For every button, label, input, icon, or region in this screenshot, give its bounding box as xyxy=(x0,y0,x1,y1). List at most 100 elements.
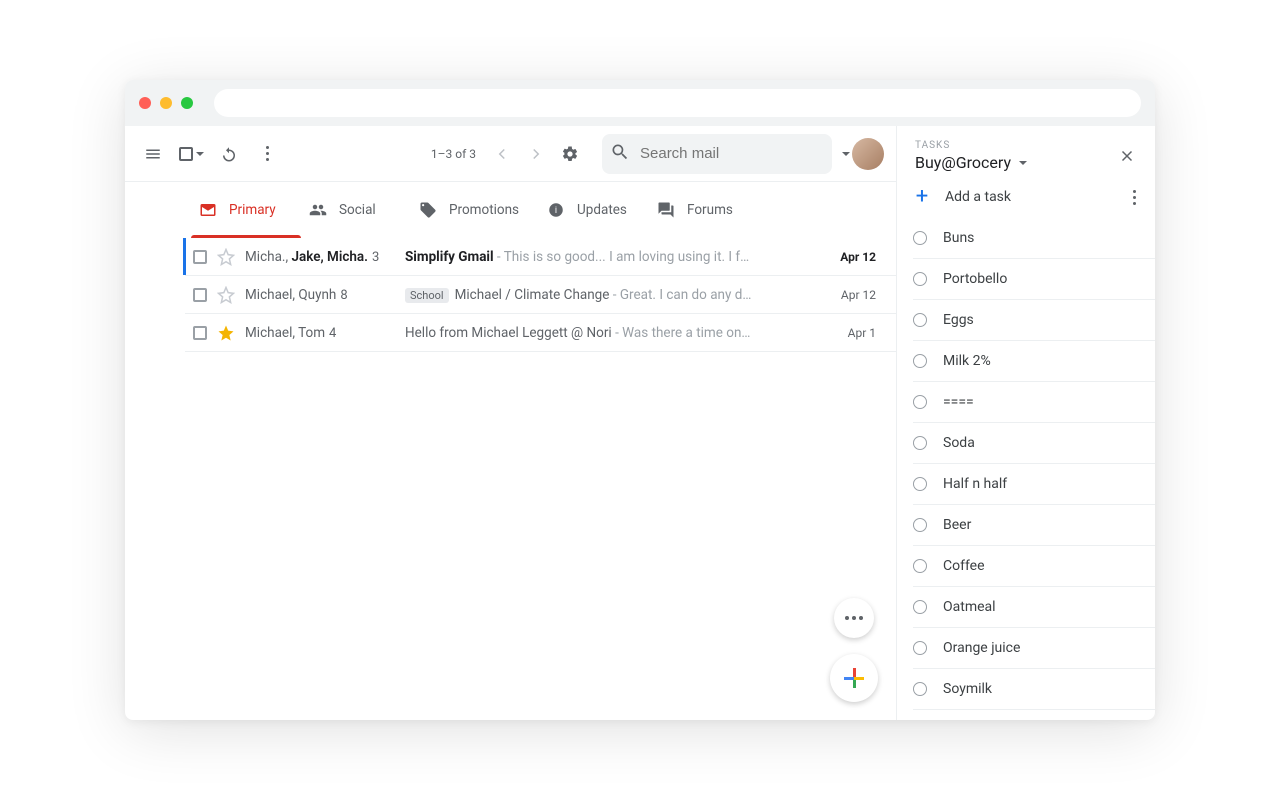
add-task-label: Add a task xyxy=(945,189,1011,205)
tasks-header: TASKS Buy@Grocery xyxy=(897,126,1155,180)
tab-forums[interactable]: Forums xyxy=(649,182,759,238)
mail-row[interactable]: Michael, Quynh8SchoolMichael / Climate C… xyxy=(185,276,896,314)
task-complete-toggle[interactable] xyxy=(913,436,927,450)
add-task-button[interactable]: + Add a task xyxy=(897,180,1155,218)
app-window: 1–3 of 3 xyxy=(125,80,1155,720)
pager-range-text: 1–3 of 3 xyxy=(423,147,484,161)
task-title: Half n half xyxy=(943,476,1007,492)
tasks-panel: TASKS Buy@Grocery + Add a task Buns Porto… xyxy=(897,126,1155,720)
task-complete-toggle[interactable] xyxy=(913,354,927,368)
mail-snippet: - Great. I can do any d… xyxy=(609,287,751,303)
ellipsis-icon xyxy=(845,616,863,620)
mail-date: Apr 12 xyxy=(824,288,876,302)
mail-row[interactable]: Michael, Tom4Hello from Michael Leggett … xyxy=(185,314,896,352)
mail-sender: Micha., Jake, Micha.3 xyxy=(245,249,395,265)
task-complete-toggle[interactable] xyxy=(913,231,927,245)
tab-promotions[interactable]: Promotions xyxy=(411,182,539,238)
task-complete-toggle[interactable] xyxy=(913,395,927,409)
task-complete-toggle[interactable] xyxy=(913,313,927,327)
task-title: Eggs xyxy=(943,312,974,328)
task-item[interactable]: Orange juice xyxy=(913,628,1155,669)
task-item[interactable]: Beer xyxy=(913,505,1155,546)
task-complete-toggle[interactable] xyxy=(913,682,927,696)
window-zoom-traffic-light[interactable] xyxy=(181,97,193,109)
task-complete-toggle[interactable] xyxy=(913,600,927,614)
tasks-list-selector[interactable]: Buy@Grocery xyxy=(915,153,1111,172)
task-item[interactable]: Eggs xyxy=(913,300,1155,341)
settings-gear-icon[interactable] xyxy=(554,138,586,170)
refresh-button[interactable] xyxy=(213,138,245,170)
task-complete-toggle[interactable] xyxy=(913,477,927,491)
task-title: Oatmeal xyxy=(943,599,996,615)
search-icon xyxy=(610,142,630,166)
task-item[interactable]: Soda xyxy=(913,423,1155,464)
mail-subject-area: SchoolMichael / Climate Change - Great. … xyxy=(405,287,814,303)
task-title: Coffee xyxy=(943,558,985,574)
row-checkbox[interactable] xyxy=(193,288,207,302)
main-menu-button[interactable] xyxy=(137,138,169,170)
window-titlebar xyxy=(125,80,1155,126)
tab-social[interactable]: Social xyxy=(301,182,411,238)
task-item[interactable]: Oatmeal xyxy=(913,587,1155,628)
pager: 1–3 of 3 xyxy=(423,138,586,170)
task-title: Soymilk xyxy=(943,681,992,697)
tab-label: Social xyxy=(339,202,376,218)
more-actions-button[interactable] xyxy=(251,138,283,170)
star-button[interactable] xyxy=(217,286,235,304)
account-avatar[interactable] xyxy=(852,138,884,170)
mail-snippet: - Was there a time on… xyxy=(612,325,751,341)
select-all-dropdown[interactable] xyxy=(175,138,207,170)
label-chip: School xyxy=(405,288,449,303)
pager-next-button[interactable] xyxy=(520,138,552,170)
mail-subject-area: Hello from Michael Leggett @ Nori - Was … xyxy=(405,325,814,341)
search-input[interactable] xyxy=(630,145,839,162)
task-item[interactable]: Half n half xyxy=(913,464,1155,505)
task-title: Orange juice xyxy=(943,640,1020,656)
tab-label: Promotions xyxy=(449,202,519,218)
task-complete-toggle[interactable] xyxy=(913,559,927,573)
row-checkbox[interactable] xyxy=(193,326,207,340)
more-fab-button[interactable] xyxy=(834,598,874,638)
tab-primary[interactable]: Primary xyxy=(191,182,301,238)
mail-pane: 1–3 of 3 xyxy=(125,126,897,720)
mail-row[interactable]: Micha., Jake, Micha.3 Simplify Gmail - Th… xyxy=(185,238,896,276)
task-item[interactable]: Portobello xyxy=(913,259,1155,300)
mail-toolbar: 1–3 of 3 xyxy=(125,126,896,182)
tasks-more-button[interactable] xyxy=(1125,190,1143,205)
compose-fab-button[interactable] xyxy=(830,654,878,702)
task-title: Portobello xyxy=(943,271,1007,287)
star-button[interactable] xyxy=(217,324,235,342)
tab-label: Updates xyxy=(577,202,627,218)
window-close-traffic-light[interactable] xyxy=(139,97,151,109)
task-complete-toggle[interactable] xyxy=(913,272,927,286)
task-item[interactable]: Buns xyxy=(913,218,1155,259)
task-item[interactable]: Milk 2% xyxy=(913,341,1155,382)
row-checkbox[interactable] xyxy=(193,250,207,264)
category-tabs: Primary Social Promotions i Updates Foru… xyxy=(125,182,896,238)
tasks-panel-label: TASKS xyxy=(915,140,1111,151)
task-complete-toggle[interactable] xyxy=(913,518,927,532)
search-options-caret-icon[interactable] xyxy=(839,152,850,156)
search-bar[interactable] xyxy=(602,134,832,174)
floating-actions xyxy=(830,598,878,702)
task-title: Milk 2% xyxy=(943,353,991,369)
task-item[interactable]: Coffee xyxy=(913,546,1155,587)
pager-prev-button[interactable] xyxy=(486,138,518,170)
task-complete-toggle[interactable] xyxy=(913,641,927,655)
mail-subject: Simplify Gmail xyxy=(405,249,494,265)
tab-updates[interactable]: i Updates xyxy=(539,182,649,238)
task-list: Buns Portobello Eggs Milk 2% ====Soda Half n … xyxy=(897,218,1155,720)
task-item[interactable]: Soymilk xyxy=(913,669,1155,710)
star-button[interactable] xyxy=(217,248,235,266)
tasks-close-button[interactable] xyxy=(1111,140,1143,172)
tasks-list-name: Buy@Grocery xyxy=(915,153,1011,172)
plus-icon: + xyxy=(913,188,931,206)
task-title: Beer xyxy=(943,517,971,533)
browser-address-bar[interactable] xyxy=(214,89,1141,117)
svg-text:i: i xyxy=(555,206,557,216)
mail-date: Apr 12 xyxy=(824,250,876,264)
window-minimize-traffic-light[interactable] xyxy=(160,97,172,109)
tab-label: Forums xyxy=(687,202,733,218)
mail-snippet: - This is so good... I am loving using i… xyxy=(494,249,750,265)
task-item[interactable]: ==== xyxy=(913,382,1155,423)
